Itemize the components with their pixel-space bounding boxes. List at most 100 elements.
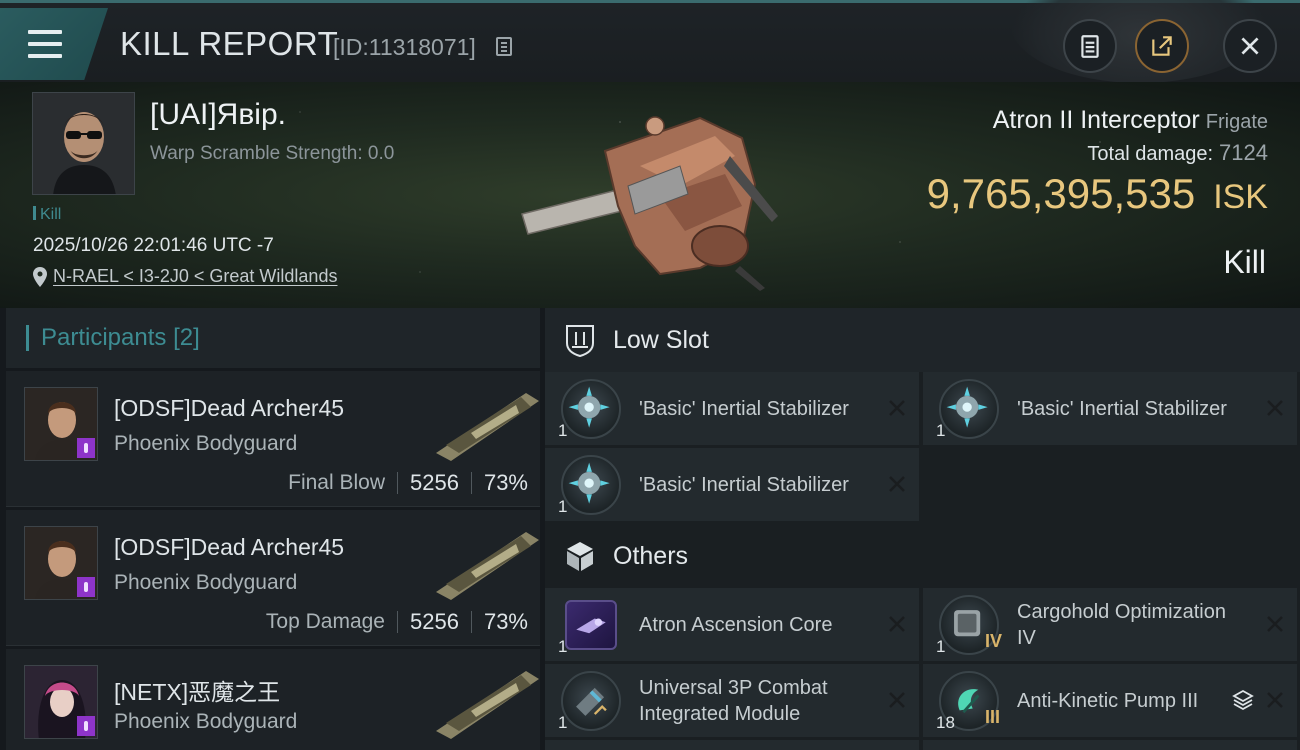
location-pin-icon [33, 266, 47, 287]
inertial-stabilizer-icon [561, 379, 621, 439]
faction-badge-icon [77, 716, 95, 736]
others-title: Others [613, 541, 689, 570]
others-header: Others [545, 524, 1300, 588]
victim-ship-name[interactable]: Atron II Interceptor Frigate [993, 106, 1268, 135]
module-name: 'Basic' Inertial Stabilizer [639, 397, 849, 420]
module-name: 'Basic' Inertial Stabilizer [639, 473, 849, 496]
participant-damage: 5256 [410, 609, 459, 634]
destroyed-x-icon [889, 400, 905, 416]
participant-avatar[interactable] [24, 526, 98, 600]
kill-tag: Kill [33, 206, 61, 224]
low-slot-icon [566, 325, 594, 357]
victim-name[interactable]: [UAI]Явip. [150, 98, 286, 132]
module-name: Universal 3P Combat Integrated Module [639, 676, 828, 725]
participants-count: [2] [173, 324, 200, 351]
participant-percent: 73% [483, 470, 528, 495]
module-tier: III [985, 707, 1001, 727]
participant-ship: Phoenix Bodyguard [114, 571, 298, 594]
result-label: Kill [1223, 244, 1266, 280]
module-item-partial[interactable] [545, 740, 919, 750]
faction-badge-icon [77, 577, 95, 597]
page-title: KILL REPORT [120, 25, 339, 62]
participant-name[interactable]: [ODSF]Dead Archer45 [114, 534, 344, 561]
destroyed-x-icon [1267, 616, 1283, 632]
destroyed-x-icon [889, 692, 905, 708]
header-bar: KILL REPORT [ID:11318071] [0, 0, 1300, 83]
destroyed-x-icon [889, 616, 905, 632]
participant-avatar[interactable] [24, 665, 98, 739]
participant-ship: Phoenix Bodyguard [114, 710, 298, 733]
location-link[interactable]: N-RAEL < I3-2J0 < Great Wildlands [53, 266, 337, 287]
ship-class: Frigate [1205, 111, 1268, 133]
module-item[interactable]: 1 'Basic' Inertial Stabilizer [545, 372, 919, 445]
participant-percent: 73% [483, 609, 528, 634]
box-icon [567, 542, 593, 571]
participant-ship-image [436, 532, 539, 600]
kill-datetime: 2025/10/26 22:01:46 UTC -7 [33, 235, 274, 256]
portrait-image [33, 93, 134, 194]
menu-button[interactable] [0, 8, 108, 80]
module-name: 'Basic' Inertial Stabilizer [1017, 397, 1227, 420]
close-icon [1241, 37, 1259, 55]
participant-card[interactable]: [ODSF]Dead Archer45 Phoenix Bodyguard To… [6, 510, 540, 646]
close-button[interactable] [1223, 19, 1277, 73]
module-item[interactable]: 1 Atron Ascension Core [545, 588, 919, 661]
isk-value: 9,765,395,535 ISK [927, 170, 1268, 218]
participant-avatar[interactable] [24, 387, 98, 461]
total-damage-label: Total damage: [1087, 143, 1214, 165]
participant-ship: Phoenix Bodyguard [114, 432, 298, 455]
destroyed-x-icon [889, 476, 905, 492]
participant-card[interactable]: [NETX]恶魔之王 Phoenix Bodyguard [6, 649, 540, 750]
isk-amount: 9,765,395,535 [926, 170, 1196, 217]
victim-banner: [UAI]Явip. Warp Scramble Strength: 0.0 K… [0, 82, 1300, 308]
module-qty: 1 [558, 637, 568, 656]
participant-role: Top Damage [265, 610, 385, 633]
participant-ship-image [436, 393, 539, 461]
isk-unit: ISK [1213, 178, 1268, 216]
warp-scramble-strength: Warp Scramble Strength: 0.0 [150, 143, 395, 164]
clipboard-icon [1081, 35, 1099, 58]
destroyed-x-icon [1267, 692, 1283, 708]
destroyed-x-icon [1267, 400, 1283, 416]
module-name: Anti-Kinetic Pump III [1017, 689, 1199, 712]
inertial-stabilizer-icon [561, 455, 621, 515]
modules-panel: Low Slot 1 'Basic' Inertial Stabilizer 1… [545, 308, 1300, 750]
low-slot-title: Low Slot [613, 325, 709, 354]
module-name: Atron Ascension Core [639, 613, 833, 636]
share-icon [1152, 36, 1172, 56]
module-qty: 1 [936, 421, 946, 440]
participants-panel: Participants [2] [ODSF]Dead Archer45 Pho… [6, 308, 540, 750]
participant-stats: Final Blow 5256 73% [288, 470, 528, 496]
participant-card[interactable]: [ODSF]Dead Archer45 Phoenix Bodyguard Fi… [6, 371, 540, 507]
combat-module-icon [561, 671, 621, 731]
participant-name[interactable]: [NETX]恶魔之王 [114, 673, 280, 707]
module-item[interactable]: 1 Universal 3P Combat Integrated Module [545, 664, 919, 737]
module-item[interactable]: 18 III Anti-Kinetic Pump III [923, 664, 1297, 737]
module-item[interactable]: 1 'Basic' Inertial Stabilizer [923, 372, 1297, 445]
report-id: [ID:11318071] [333, 34, 476, 60]
participant-damage: 5256 [410, 470, 459, 495]
kill-location[interactable]: N-RAEL < I3-2J0 < Great Wildlands [33, 266, 337, 287]
hamburger-icon [28, 30, 62, 58]
module-qty: 1 [558, 713, 568, 732]
victim-avatar[interactable] [32, 92, 135, 195]
module-item[interactable]: 1 'Basic' Inertial Stabilizer [545, 448, 919, 521]
module-qty: 1 [558, 497, 568, 516]
victim-ship-image [521, 116, 778, 291]
participant-ship-image [436, 671, 539, 739]
module-item[interactable]: 1 IV Cargohold Optimization IV [923, 588, 1297, 661]
share-button[interactable] [1135, 19, 1189, 73]
copy-icon[interactable] [496, 37, 512, 56]
faction-badge-icon [77, 438, 95, 458]
module-item-partial[interactable] [923, 740, 1297, 750]
clipboard-button[interactable] [1063, 19, 1117, 73]
module-tier: IV [985, 631, 1003, 651]
participants-title: Participants [41, 324, 167, 351]
module-qty: 1 [936, 637, 946, 656]
inertial-stabilizer-icon [939, 379, 999, 439]
total-damage: Total damage: 7124 [1087, 140, 1268, 166]
module-qty: 18 [936, 713, 955, 732]
participant-name[interactable]: [ODSF]Dead Archer45 [114, 395, 344, 422]
stack-layers-icon[interactable] [1231, 688, 1255, 712]
participants-header: Participants [2] [6, 308, 540, 368]
